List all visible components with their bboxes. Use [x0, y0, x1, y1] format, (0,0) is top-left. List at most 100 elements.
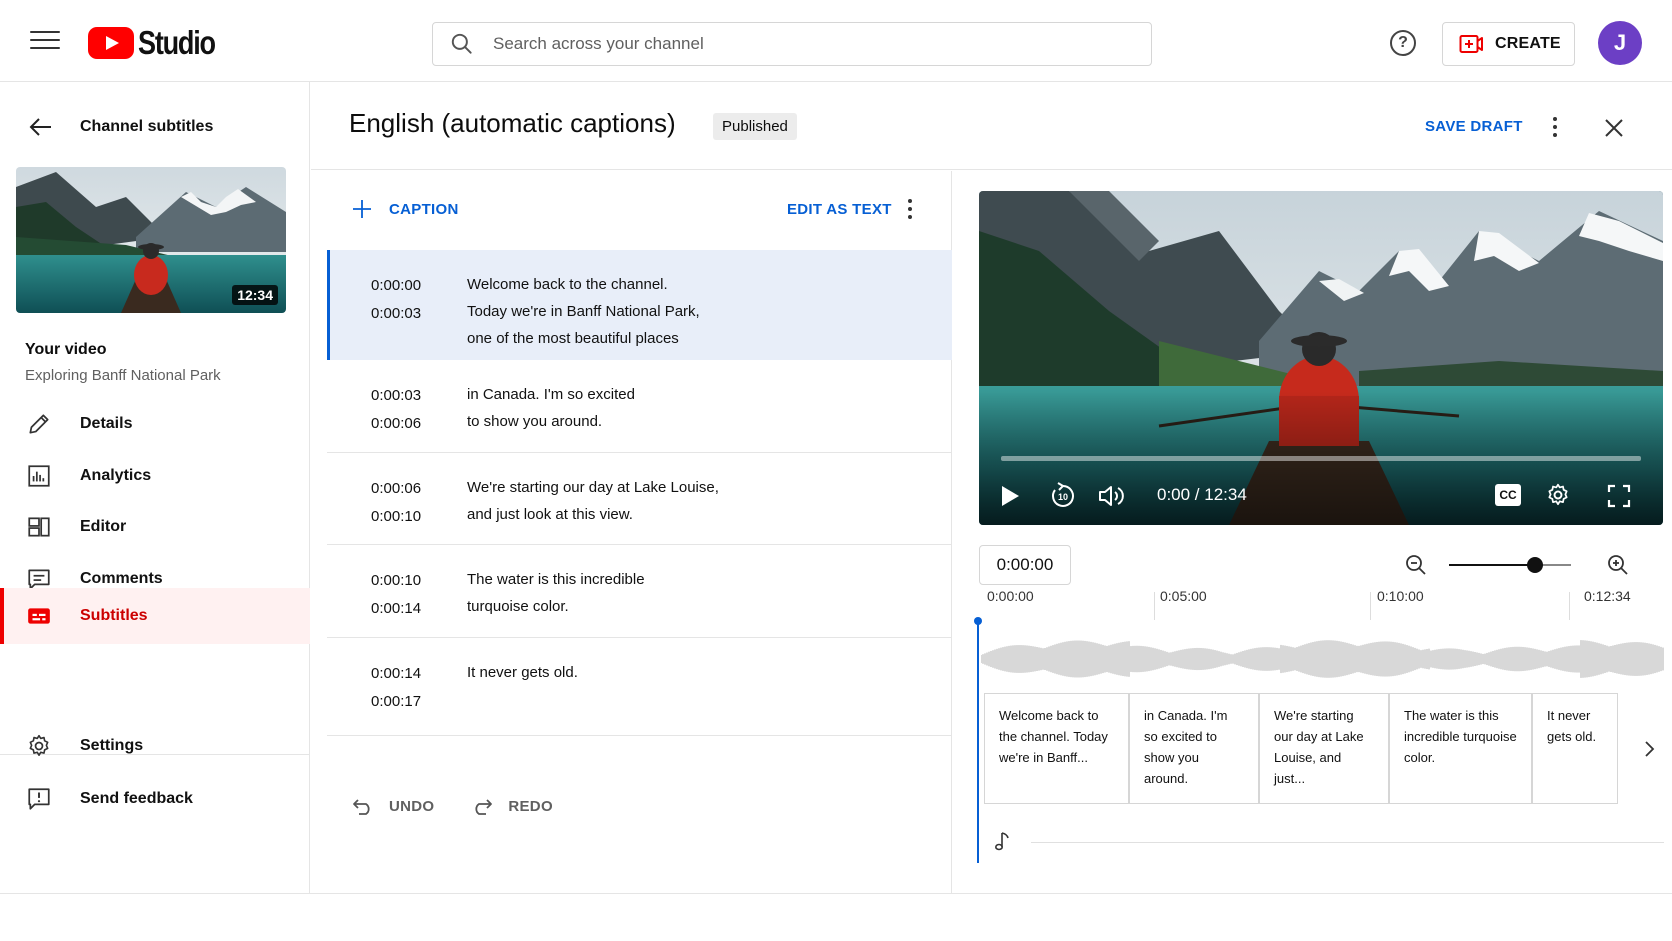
caption-times: 0:00:00 0:00:03	[371, 272, 421, 328]
chevron-right-icon[interactable]	[1642, 740, 1656, 758]
sidebar-item-details[interactable]: Details	[0, 396, 310, 452]
undo-icon	[353, 799, 370, 815]
timeline-tick-label: 0:12:34	[1584, 588, 1631, 604]
sidebar-item-send-feedback[interactable]: Send feedback	[0, 771, 310, 827]
rewind-seconds-label: 10	[1058, 492, 1068, 502]
sidebar-header: Channel subtitles	[0, 112, 310, 142]
caption-end-time[interactable]: 0:00:06	[371, 410, 421, 438]
undo-label: UNDO	[389, 797, 435, 815]
caption-row[interactable]: 0:00:00 0:00:03 Welcome back to the chan…	[327, 250, 952, 360]
video-title: Exploring Banff National Park	[25, 367, 221, 384]
caption-times: 0:00:14 0:00:17	[371, 660, 421, 716]
search-input[interactable]	[493, 34, 1113, 54]
time-display: 0:00 / 12:34	[1157, 485, 1247, 504]
sidebar-item-label: Details	[80, 415, 133, 432]
video-progress-bar[interactable]	[1001, 456, 1641, 461]
help-icon[interactable]: ?	[1390, 30, 1416, 56]
caption-end-time[interactable]: 0:00:17	[371, 688, 421, 716]
add-caption-button[interactable]: CAPTION	[351, 198, 459, 220]
redo-button[interactable]: REDO	[470, 796, 553, 816]
caption-times: 0:00:06 0:00:10	[371, 475, 421, 531]
caption-row[interactable]: 0:00:06 0:00:10 We're starting our day a…	[327, 453, 952, 545]
tick-divider	[1154, 592, 1155, 620]
caption-block[interactable]: in Canada. I'm so excited to show you ar…	[1129, 693, 1259, 804]
caption-row[interactable]: 0:00:03 0:00:06 in Canada. I'm so excite…	[327, 360, 952, 453]
save-draft-button[interactable]: SAVE DRAFT	[1425, 118, 1523, 135]
status-badge: Published	[713, 113, 797, 140]
header-more-options-icon[interactable]	[1552, 117, 1558, 139]
sidebar-item-subtitles[interactable]: Subtitles	[0, 588, 310, 644]
analytics-icon	[28, 465, 50, 487]
sidebar-item-label: Analytics	[80, 467, 152, 484]
left-sidebar: Channel subtitles 12:34 Your video Explo…	[0, 82, 310, 893]
caption-start-time[interactable]: 0:00:00	[371, 272, 421, 300]
sidebar-item-settings[interactable]: Settings	[0, 718, 310, 774]
caption-end-time[interactable]: 0:00:10	[371, 503, 421, 531]
caption-block[interactable]: We're starting our day at Lake Louise, a…	[1259, 693, 1389, 804]
timeline-tick-label: 0:00:00	[987, 588, 1034, 604]
create-button[interactable]: CREATE	[1442, 22, 1575, 66]
caption-start-time[interactable]: 0:00:03	[371, 382, 421, 410]
video-player[interactable]: 10 0:00 / 12:34 CC	[979, 191, 1663, 525]
back-arrow-icon[interactable]	[28, 116, 54, 138]
closed-captions-icon[interactable]: CC	[1495, 484, 1521, 506]
zoom-slider-fill	[1449, 564, 1535, 566]
undo-button[interactable]: UNDO	[351, 796, 434, 816]
caption-block[interactable]: Welcome back to the channel. Today we're…	[984, 693, 1129, 804]
caption-end-time[interactable]: 0:00:03	[371, 300, 421, 328]
timecode-field[interactable]: 0:00:00	[979, 545, 1071, 585]
redo-label: REDO	[508, 797, 553, 815]
caption-end-time[interactable]: 0:00:14	[371, 595, 421, 623]
video-thumbnail[interactable]: 12:34	[16, 167, 286, 313]
caption-start-time[interactable]: 0:00:06	[371, 475, 421, 503]
account-avatar[interactable]: J	[1598, 21, 1642, 65]
editor-header: English (automatic captions) Published S…	[311, 82, 1672, 170]
volume-icon[interactable]	[1097, 483, 1125, 509]
create-video-icon	[1459, 35, 1483, 53]
play-icon[interactable]	[999, 484, 1021, 508]
video-frame	[979, 191, 1663, 525]
caption-row[interactable]: 0:00:10 0:00:14 The water is this incred…	[327, 545, 952, 638]
settings-gear-icon[interactable]	[1545, 482, 1571, 508]
caption-text[interactable]: The water is this incredible turquoise c…	[467, 566, 747, 620]
top-bar: Studio ? CREATE J	[0, 0, 1672, 82]
zoom-out-icon[interactable]	[1404, 553, 1428, 577]
redo-icon	[475, 799, 493, 815]
tick-divider	[1569, 592, 1570, 620]
caption-block[interactable]: The water is this incredible turquoise c…	[1389, 693, 1532, 804]
create-label: CREATE	[1495, 35, 1561, 52]
caption-row[interactable]: 0:00:14 0:00:17 It never gets old.	[327, 638, 952, 736]
caption-text[interactable]: It never gets old.	[467, 659, 747, 686]
sidebar-item-analytics[interactable]: Analytics	[0, 448, 310, 504]
caption-start-time[interactable]: 0:00:14	[371, 660, 421, 688]
caption-list-panel: CAPTION EDIT AS TEXT 0:00:00 0:00:03 Wel…	[311, 171, 952, 893]
caption-more-options-icon[interactable]	[907, 199, 913, 221]
tick-divider	[1370, 592, 1371, 620]
hamburger-menu-icon[interactable]	[30, 31, 60, 53]
music-track-lane	[1031, 842, 1664, 843]
caption-text[interactable]: in Canada. I'm so excited to show you ar…	[467, 381, 747, 435]
fullscreen-icon[interactable]	[1607, 484, 1631, 508]
close-icon[interactable]	[1603, 117, 1625, 139]
studio-logo[interactable]: Studio	[88, 24, 232, 61]
pencil-icon	[29, 414, 49, 434]
sidebar-item-label: Editor	[80, 518, 127, 535]
rewind-10-icon[interactable]: 10	[1049, 482, 1077, 510]
editor-icon	[28, 517, 50, 537]
search-bar[interactable]	[432, 22, 1152, 66]
edit-as-text-button[interactable]: EDIT AS TEXT	[787, 201, 892, 218]
sidebar-title: Channel subtitles	[80, 118, 214, 135]
audio-waveform	[981, 640, 1664, 678]
caption-text[interactable]: Welcome back to the channel. Today we're…	[467, 271, 747, 352]
sidebar-item-editor[interactable]: Editor	[0, 499, 310, 555]
timeline-playhead[interactable]	[974, 617, 982, 863]
sidebar-item-label: Settings	[80, 737, 144, 754]
zoom-slider-handle[interactable]	[1527, 557, 1543, 573]
caption-start-time[interactable]: 0:00:10	[371, 567, 421, 595]
zoom-in-icon[interactable]	[1606, 553, 1630, 577]
timeline-tick-label: 0:05:00	[1160, 588, 1207, 604]
search-icon	[451, 33, 472, 54]
caption-block[interactable]: It never gets old.	[1532, 693, 1618, 804]
caption-text[interactable]: We're starting our day at Lake Louise, a…	[467, 474, 747, 528]
page-title: English (automatic captions)	[349, 108, 676, 138]
